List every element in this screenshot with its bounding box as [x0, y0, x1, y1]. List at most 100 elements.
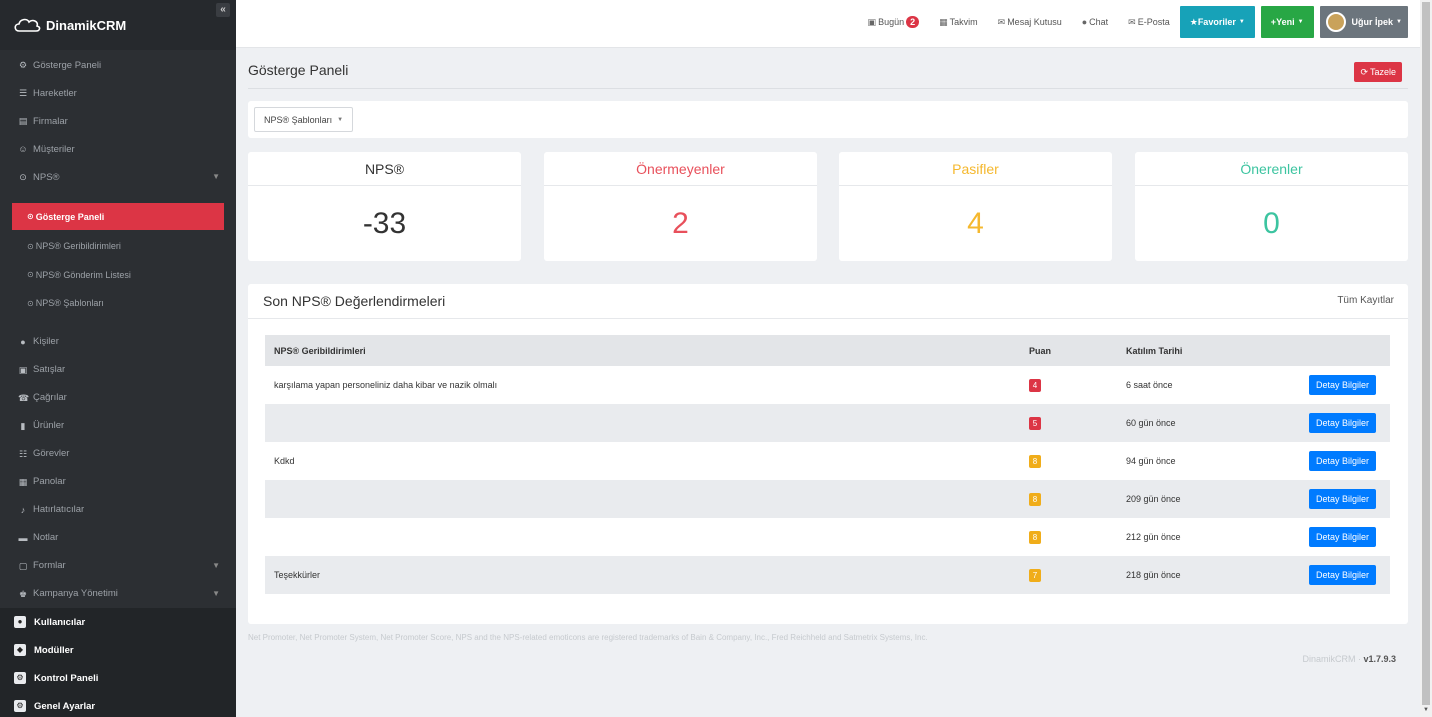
sidebar-item-label: NPS®	[33, 171, 60, 183]
chat-bubble-icon: ●	[1081, 17, 1088, 27]
table-header-row: NPS® Geribildirimleri Puan Katılım Tarih…	[265, 335, 1390, 366]
sidebar-item-customers[interactable]: ☺ Müşteriler	[0, 135, 236, 163]
detail-button[interactable]: Detay Bilgiler	[1309, 565, 1377, 585]
note-icon: ▬	[18, 532, 28, 543]
sidebar-item-label: Çağrılar	[33, 392, 67, 403]
envelope-icon: ✉	[997, 16, 1006, 27]
sidebar-item-control-panel[interactable]: ⚙ Kontrol Paneli	[0, 664, 236, 692]
chat-link[interactable]: ● Chat	[1082, 17, 1108, 27]
caret-down-icon: ▼	[337, 116, 344, 123]
favorites-label: Favoriler	[1197, 17, 1236, 27]
sidebar-item-sales[interactable]: ▣ Satışlar	[0, 356, 236, 384]
today-count-badge: 2	[906, 16, 920, 28]
today-link[interactable]: ▣ Bugün 2	[868, 16, 920, 28]
user-menu-button[interactable]: Uğur İpek ▼	[1319, 6, 1408, 38]
sidebar-item-label: Firmalar	[33, 115, 68, 127]
templates-dropdown[interactable]: NPS® Şablonları ▼	[254, 107, 354, 132]
detail-button[interactable]: Detay Bilgiler	[1309, 413, 1377, 433]
email-label: E-Posta	[1137, 17, 1170, 27]
top-links: ▣ Bugün 2 ▦ Takvim ✉ Mesaj Kutusu ● Chat ✉ E-P…	[848, 6, 1408, 38]
sidebar-item-users[interactable]: ● Kullanıcılar	[0, 608, 236, 636]
product-name: DinamikCRM	[1302, 654, 1356, 664]
page-scrollbar[interactable]: ▼	[1420, 0, 1432, 717]
detail-button[interactable]: Detay Bilgiler	[1309, 375, 1377, 395]
star-icon: ★	[1189, 16, 1198, 27]
card-title: Önermeyenler	[544, 152, 817, 186]
date-cell: 209 gün önce	[1117, 480, 1300, 518]
file-icon: ▢	[18, 560, 28, 571]
favorites-button[interactable]: ★ Favoriler ▼	[1179, 6, 1255, 38]
scroll-down-icon[interactable]: ▼	[1420, 707, 1432, 717]
submenu-item-feedback[interactable]: ⊙ NPS® Geribildirimleri	[0, 232, 236, 261]
sidebar-item-tasks[interactable]: ☷ Görevler	[0, 440, 236, 468]
card-value: -33	[362, 206, 407, 240]
sidebar-item-notes[interactable]: ▬ Notlar	[0, 524, 236, 552]
bell-icon: ♪	[20, 504, 26, 515]
sidebar-item-modules[interactable]: ◆ Modüller	[0, 636, 236, 664]
card-detractors: Önermeyenler 2	[544, 152, 817, 261]
scrollbar-thumb[interactable]	[1422, 2, 1430, 705]
sidebar-item-forms[interactable]: ▢ Formlar ▼	[0, 552, 236, 580]
nps-submenu: ⊙ Gösterge Paneli ⊙ NPS® Geribildirimleri …	[0, 191, 236, 328]
sidebar-item-dashboard[interactable]: ⚙ Gösterge Paneli	[0, 51, 236, 79]
building-icon: ▤	[18, 116, 28, 126]
calendar-label: Takvim	[949, 17, 978, 27]
sidebar-item-label: Kullanıcılar	[34, 616, 86, 628]
sidebar-admin-nav: ● Kullanıcılar ◆ Modüller ⚙ Kontrol Paneli …	[0, 608, 236, 717]
email-link[interactable]: ✉ E-Posta	[1128, 17, 1170, 28]
card-value: 2	[672, 206, 689, 240]
score-badge: 8	[1029, 492, 1041, 506]
sidebar-item-label: Görevler	[33, 448, 70, 459]
sidebar-item-label: Notlar	[33, 532, 59, 543]
main-content: Gösterge Paneli ⟳ Tazele NPS® Şablonları ▼…	[236, 48, 1420, 717]
sidebar-item-calls[interactable]: ☎ Çağrılar	[0, 384, 236, 412]
card-value: 0	[1263, 206, 1280, 240]
sidebar-item-general-settings[interactable]: ⚙ Genel Ayarlar	[0, 692, 236, 717]
feedback-cell	[265, 480, 1020, 518]
brand[interactable]: DinamikCRM «	[0, 0, 236, 50]
score-cell: 8	[1020, 480, 1117, 518]
sidebar-item-nps[interactable]: ⊙ NPS® ▼	[0, 163, 236, 191]
sidebar-item-contacts[interactable]: ● Kişiler	[0, 328, 236, 356]
detail-button[interactable]: Detay Bilgiler	[1309, 489, 1377, 509]
sidebar-item-reminders[interactable]: ♪ Hatırlatıcılar	[0, 496, 236, 524]
column-header-score[interactable]: Puan	[1020, 335, 1117, 366]
sidebar-item-campaigns[interactable]: ♚ Kampanya Yönetimi ▼	[0, 580, 236, 608]
collapse-sidebar-icon[interactable]: «	[216, 3, 230, 17]
sidebar-item-boards[interactable]: ▦ Panolar	[0, 468, 236, 496]
submenu-item-label: Gösterge Paneli	[35, 211, 105, 222]
puzzle-icon: ◆	[14, 644, 26, 656]
sidebar-item-products[interactable]: ▮ Ürünler	[0, 412, 236, 440]
score-badge: 5	[1029, 416, 1041, 430]
list-icon: ☰	[18, 88, 28, 98]
new-button[interactable]: + Yeni ▼	[1260, 6, 1314, 38]
action-cell: Detay Bilgiler	[1300, 404, 1390, 442]
inbox-link[interactable]: ✉ Mesaj Kutusu	[998, 17, 1062, 28]
panel-header: Son NPS® Değerlendirmeleri Tüm Kayıtlar	[248, 284, 1408, 319]
calendar-icon: ▦	[939, 16, 948, 27]
calendar-link[interactable]: ▦ Takvim	[939, 17, 978, 28]
cloud-logo-icon	[14, 18, 41, 32]
refresh-button[interactable]: ⟳ Tazele	[1354, 62, 1402, 82]
table-row: Teşekkürler 7 218 gün önce Detay Bilgiler	[265, 556, 1390, 594]
nps-summary-cards: NPS® -33 Önermeyenler 2 Pasifler 4 Önere…	[248, 152, 1408, 261]
column-header-actions	[1300, 335, 1390, 366]
submenu-item-send-list[interactable]: ⊙ NPS® Gönderim Listesi	[0, 261, 236, 290]
target-icon: ⊙	[19, 172, 27, 182]
sidebar-item-activities[interactable]: ☰ Hareketler	[0, 79, 236, 107]
column-header-date[interactable]: Katılım Tarihi	[1117, 335, 1300, 366]
all-records-link[interactable]: Tüm Kayıtlar	[1337, 295, 1394, 306]
caret-down-icon: ▼	[212, 560, 220, 570]
date-cell: 218 gün önce	[1117, 556, 1300, 594]
column-header-feedback[interactable]: NPS® Geribildirimleri	[265, 335, 1020, 366]
trademark-note: Net Promoter, Net Promoter System, Net P…	[248, 633, 928, 642]
sidebar-item-companies[interactable]: ▤ Firmalar	[0, 107, 236, 135]
detail-button[interactable]: Detay Bilgiler	[1309, 527, 1377, 547]
submenu-item-dashboard[interactable]: ⊙ Gösterge Paneli	[12, 203, 224, 230]
table-row: 8 212 gün önce Detay Bilgiler	[265, 518, 1390, 556]
submenu-item-templates[interactable]: ⊙ NPS® Şablonları	[0, 289, 236, 318]
table-row: 8 209 gün önce Detay Bilgiler	[265, 480, 1390, 518]
sidebar-item-label: Ürünler	[33, 420, 65, 431]
detail-button[interactable]: Detay Bilgiler	[1309, 451, 1377, 471]
sidebar-item-label: Kontrol Paneli	[34, 672, 99, 684]
